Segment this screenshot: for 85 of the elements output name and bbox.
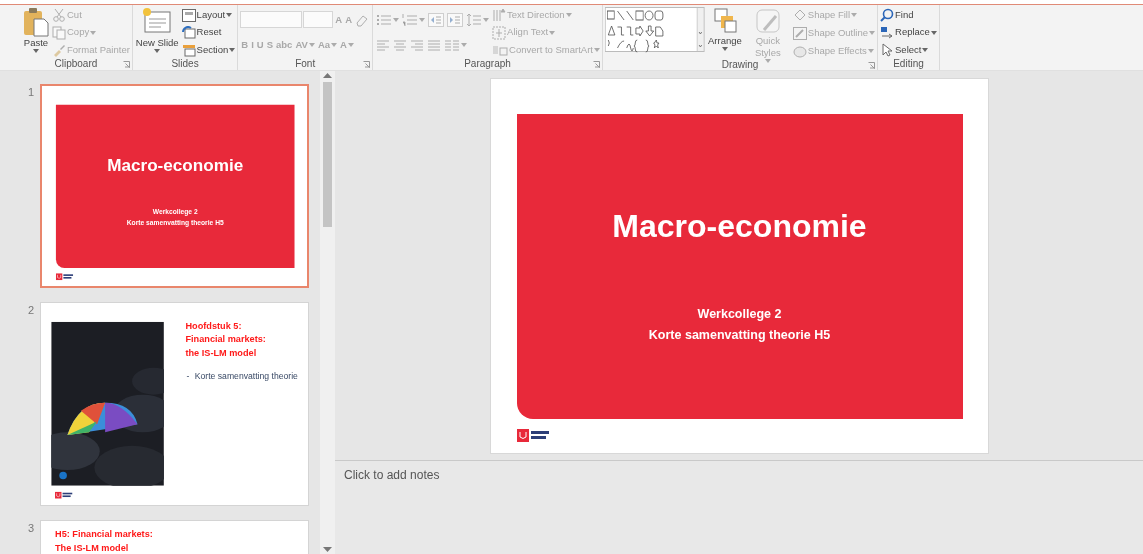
- caret-icon: [764, 59, 771, 63]
- pencil-icon: [792, 26, 807, 40]
- ribbon-button[interactable]: Arrange: [707, 7, 743, 51]
- copy-icon: [52, 25, 66, 40]
- slide-number: 1: [27, 85, 36, 100]
- group-label: Slides: [171, 58, 199, 70]
- dialog-launcher-icon[interactable]: [593, 61, 600, 68]
- caret-icon: [922, 48, 929, 52]
- caret-icon: [419, 17, 426, 22]
- search-icon: [880, 8, 895, 22]
- slide-title: Macro-economie: [107, 154, 244, 177]
- smartart-icon: [492, 43, 509, 57]
- caret-icon: [154, 49, 161, 53]
- ribbon-button[interactable]: New Slide: [134, 7, 180, 53]
- group-label: Clipboard: [54, 58, 98, 70]
- paintbrush-icon: [52, 43, 66, 57]
- ribbon-button[interactable]: Paste: [22, 7, 50, 53]
- align-text-icon: [492, 25, 507, 40]
- replace-icon: [880, 25, 895, 40]
- section-icon: [181, 43, 196, 57]
- ribbon-button[interactable]: Reset: [181, 24, 236, 41]
- caret-icon: [308, 43, 315, 48]
- university-logo-icon: [55, 273, 76, 281]
- caret-icon: [33, 49, 39, 53]
- reset-icon: [181, 26, 196, 39]
- ribbon-button[interactable]: Section: [181, 42, 236, 58]
- ribbon-button[interactable]: Layout: [181, 7, 236, 23]
- caret-icon: [565, 13, 572, 17]
- slide-number: 3: [27, 521, 36, 536]
- caret-icon: [461, 43, 468, 48]
- group-label: Drawing: [721, 59, 759, 71]
- bullet-marker: -: [186, 370, 190, 383]
- caret-icon: [930, 30, 937, 35]
- caret-icon: [867, 49, 874, 53]
- align-center-icon: [393, 39, 408, 52]
- decrease-indent-icon: [428, 12, 445, 27]
- dialog-launcher-icon[interactable]: [363, 61, 371, 68]
- text-direction-icon: [492, 8, 507, 22]
- scissors-icon: [52, 8, 66, 22]
- slide-subtitle: Werkcollege 2 Korte samenvatting theorie H5: [648, 306, 831, 344]
- ribbon-button[interactable]: Replace: [880, 24, 937, 41]
- caret-icon: [483, 17, 490, 22]
- align-left-icon: [376, 39, 391, 52]
- columns-icon: [444, 39, 461, 52]
- quick-styles-icon: [753, 7, 782, 35]
- notes-field[interactable]: Click to add notes: [344, 466, 644, 484]
- ribbon-button[interactable]: Find: [880, 7, 937, 23]
- caret-icon: [869, 31, 876, 35]
- clipboard-icon: [23, 7, 49, 37]
- shapes-gallery[interactable]: [605, 7, 705, 53]
- align-right-icon: [410, 39, 425, 52]
- increase-indent-icon: [447, 12, 464, 27]
- line-spacing-icon: [466, 12, 483, 27]
- slide-thumbnail[interactable]: H5: Financial markets: The IS-LM model: [40, 520, 309, 554]
- slide-title: H5: Financial markets: The IS-LM model: [55, 528, 153, 554]
- university-logo-icon: [55, 491, 75, 499]
- caret-icon: [721, 47, 728, 51]
- caret-icon: [90, 30, 97, 35]
- shape-effects-icon: [792, 44, 807, 58]
- group-label: Font: [295, 58, 316, 70]
- slide-title: Hoofdstuk 5: Financial markets: the IS-LM model: [185, 319, 266, 360]
- caret-icon: [347, 43, 354, 48]
- caret-icon: [594, 48, 600, 52]
- cursor-icon: [880, 43, 895, 57]
- dialog-launcher-icon[interactable]: [868, 62, 876, 69]
- bullet-text: Korte samenvatting theorie: [194, 370, 298, 383]
- numbered-list-icon: [402, 12, 419, 27]
- group-label: Editing: [893, 58, 924, 70]
- slide-thumbnail[interactable]: Hoofdstuk 5: Financial markets: the IS-LM model - Korte samenvatting theorie: [40, 302, 309, 506]
- slide-number: 2: [27, 303, 36, 318]
- caret-icon: [331, 43, 338, 48]
- layout-icon: [181, 8, 196, 22]
- caret-icon: [229, 48, 236, 52]
- caret-icon: [851, 13, 858, 17]
- caret-icon: [549, 30, 556, 35]
- justify-icon: [427, 39, 442, 52]
- dialog-launcher-icon[interactable]: [122, 61, 130, 68]
- caret-icon: [226, 13, 233, 17]
- scrollbar-thumb[interactable]: [323, 82, 332, 227]
- slide-title: Macro-economie: [612, 207, 867, 246]
- bullet-list-icon: [376, 12, 393, 27]
- scroll-down-icon[interactable]: [323, 547, 332, 553]
- caret-icon: [393, 17, 400, 22]
- group-label: Paragraph: [464, 58, 511, 70]
- ribbon-button[interactable]: Select: [880, 42, 937, 58]
